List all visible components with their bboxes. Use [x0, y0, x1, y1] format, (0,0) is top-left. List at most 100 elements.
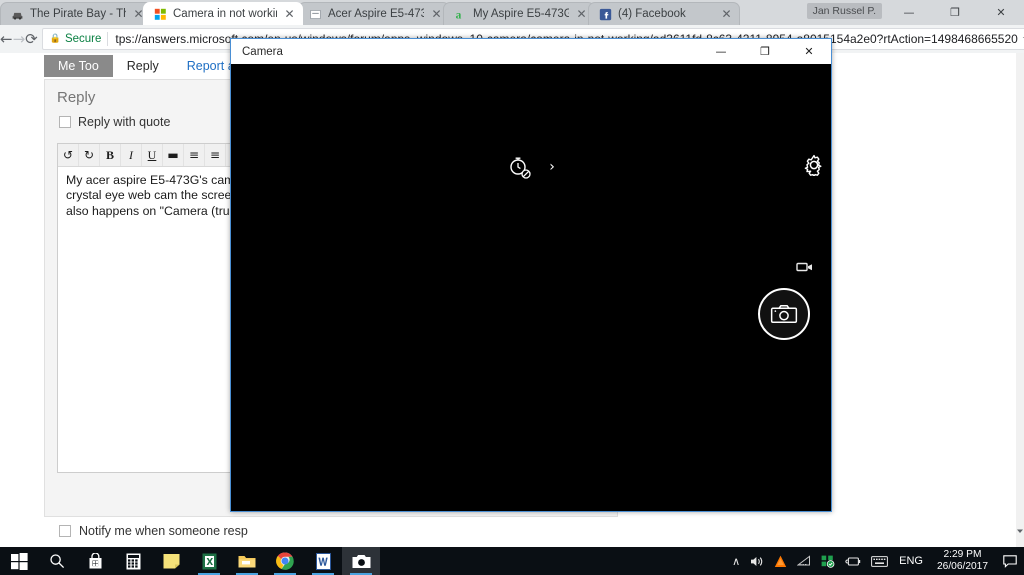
reply-button[interactable]: Reply — [113, 55, 173, 77]
browser-window-controls: — ❐ ✕ — [886, 0, 1024, 25]
excel-button[interactable] — [190, 547, 228, 575]
reply-with-quote-label: Reply with quote — [78, 115, 171, 129]
file-explorer-button[interactable] — [228, 547, 266, 575]
redo-button[interactable]: ↻ — [79, 144, 100, 166]
battery-icon[interactable] — [840, 556, 866, 567]
browser-tab-1[interactable]: The Pirate Bay - The gala ✕ — [0, 2, 152, 25]
camera-close-button[interactable]: ✕ — [787, 39, 831, 64]
camera-title-bar[interactable]: Camera — ❐ ✕ — [231, 39, 831, 64]
secure-label: Secure — [64, 33, 102, 45]
pirate-bay-icon — [12, 12, 23, 20]
network-connection-icon — [821, 555, 835, 568]
browser-tab-5[interactable]: (4) Facebook ✕ — [588, 2, 740, 25]
undo-button[interactable]: ↺ — [58, 144, 79, 166]
browser-close-button[interactable]: ✕ — [978, 0, 1024, 25]
camera-maximize-button[interactable]: ❐ — [743, 39, 787, 64]
tab-strip: The Pirate Bay - The gala ✕ Camera in no… — [0, 0, 1024, 25]
camera-button[interactable] — [342, 547, 380, 575]
start-button[interactable] — [0, 547, 38, 575]
volume-icon[interactable] — [745, 555, 769, 568]
bold-button[interactable]: B — [100, 144, 121, 166]
wireless-signal-icon — [797, 555, 811, 566]
keyboard-icon[interactable] — [866, 555, 893, 567]
scroll-down-arrow-icon[interactable] — [1016, 527, 1024, 535]
tab-close-icon[interactable]: ✕ — [283, 8, 296, 21]
microsoft-store-button[interactable] — [76, 547, 114, 575]
sticky-note-icon — [163, 554, 179, 569]
camera-app-window: Camera — ❐ ✕ › — [230, 38, 832, 512]
sticky-notes-button[interactable] — [152, 547, 190, 575]
lock-icon: 🔒 — [49, 34, 61, 44]
browser-minimize-button[interactable]: — — [886, 0, 932, 25]
profile-chip[interactable]: Jan Russel P. — [806, 3, 882, 19]
tab-close-icon[interactable]: ✕ — [575, 8, 588, 21]
tab-title: The Pirate Bay - The gala — [30, 8, 126, 20]
notify-label: Notify me when someone resp — [79, 524, 248, 538]
tab-title: Camera in not working - — [173, 8, 277, 20]
forward-button[interactable]: → — [13, 25, 26, 53]
wifi-icon[interactable] — [792, 555, 816, 567]
clock-time: 2:29 PM — [943, 549, 982, 560]
camera-minimize-button[interactable]: — — [699, 39, 743, 64]
strikethrough-button[interactable]: ▬ — [163, 144, 184, 166]
tab-title: My Aspire E5-473G black — [473, 8, 569, 20]
back-button[interactable]: ← — [0, 25, 13, 53]
language-indicator[interactable]: ENG — [893, 555, 929, 567]
tab-close-icon[interactable]: ✕ — [720, 8, 733, 21]
word-button[interactable] — [304, 547, 342, 575]
notify-row[interactable]: Notify me when someone resp — [59, 524, 248, 538]
clock-date: 26/06/2017 — [937, 561, 988, 572]
omnibox-divider — [107, 32, 109, 46]
take-photo-button[interactable] — [758, 288, 810, 340]
action-center-button[interactable] — [996, 554, 1024, 568]
avast-icon[interactable] — [769, 555, 792, 568]
camera-window-title: Camera — [242, 45, 283, 58]
browser-maximize-button[interactable]: ❐ — [932, 0, 978, 25]
word-icon — [315, 552, 331, 570]
amazon-icon: a — [456, 9, 462, 20]
network-icon[interactable] — [816, 555, 840, 568]
camera-icon — [770, 305, 798, 323]
align-center-button[interactable]: ≡ — [205, 144, 226, 166]
notify-checkbox[interactable] — [59, 525, 71, 537]
battery-charge-icon — [845, 556, 861, 566]
excel-icon — [202, 553, 216, 569]
settings-gear-icon[interactable] — [803, 154, 825, 176]
photo-timer-off-icon[interactable] — [507, 154, 533, 180]
browser-tab-3[interactable]: Acer Aspire E5-473G driv ✕ — [298, 2, 450, 25]
facebook-icon — [599, 8, 612, 20]
windows-taskbar: ∧ ENG 2:29 PM 26/06/2017 — [0, 547, 1024, 575]
tab-title: Acer Aspire E5-473G driv — [328, 8, 424, 20]
browser-tab-2[interactable]: Camera in not working - ✕ — [143, 2, 303, 25]
video-camera-icon[interactable] — [796, 260, 814, 274]
show-hidden-icons-button[interactable]: ∧ — [727, 555, 745, 568]
folder-icon — [238, 555, 256, 567]
browser-tab-4[interactable]: a My Aspire E5-473G black ✕ — [443, 2, 595, 25]
page-scrollbar[interactable] — [1016, 53, 1024, 547]
chrome-button[interactable] — [266, 547, 304, 575]
align-left-button[interactable]: ≡ — [184, 144, 205, 166]
screen: The Pirate Bay - The gala ✕ Camera in no… — [0, 0, 1024, 575]
generic-page-icon — [310, 9, 321, 19]
tab-close-icon[interactable]: ✕ — [430, 8, 443, 21]
windows-logo-icon — [10, 552, 28, 570]
camera-taskbar-icon — [352, 554, 370, 568]
reload-button[interactable]: ⟳ — [25, 25, 38, 53]
bookmark-star-icon[interactable]: ☆ — [1018, 32, 1024, 47]
calculator-button[interactable] — [114, 547, 152, 575]
underline-button[interactable]: U — [142, 144, 163, 166]
chrome-icon — [276, 552, 294, 570]
reply-with-quote-checkbox[interactable] — [59, 116, 71, 128]
clock[interactable]: 2:29 PM 26/06/2017 — [929, 549, 996, 573]
me-too-button[interactable]: Me Too — [44, 55, 113, 77]
search-icon — [50, 554, 65, 569]
notification-icon — [1003, 554, 1017, 568]
camera-viewfinder: › — [231, 64, 831, 511]
speaker-icon — [751, 556, 763, 566]
touch-keyboard-icon — [871, 555, 889, 567]
search-button[interactable] — [38, 547, 76, 575]
expand-controls-chevron-icon[interactable]: › — [544, 154, 560, 180]
calculator-icon — [126, 553, 140, 569]
microsoft-icon — [154, 8, 166, 20]
italic-button[interactable]: I — [121, 144, 142, 166]
